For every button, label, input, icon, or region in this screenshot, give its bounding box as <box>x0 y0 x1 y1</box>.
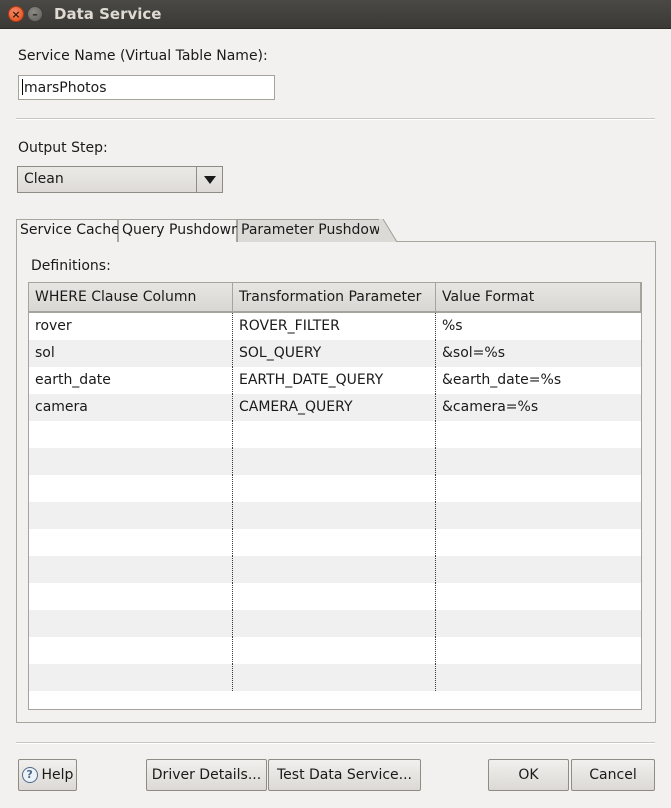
cancel-button[interactable]: Cancel <box>571 759 655 791</box>
empty-cell[interactable] <box>29 583 233 610</box>
column-header-where[interactable]: WHERE Clause Column <box>29 283 233 311</box>
empty-cell[interactable] <box>29 448 233 475</box>
definitions-table[interactable]: WHERE Clause Column Transformation Param… <box>28 282 642 710</box>
table-cell[interactable]: camera <box>29 394 233 421</box>
empty-cell[interactable] <box>436 475 641 502</box>
empty-cell[interactable] <box>29 610 233 637</box>
table-row[interactable]: rover ROVER_FILTER %s <box>29 313 641 340</box>
empty-cell[interactable] <box>29 502 233 529</box>
empty-cell[interactable] <box>436 448 641 475</box>
table-cell[interactable]: CAMERA_QUERY <box>233 394 436 421</box>
empty-cell[interactable] <box>233 529 436 556</box>
empty-cell[interactable] <box>29 475 233 502</box>
tab-corner <box>379 219 397 242</box>
minimize-icon[interactable]: – <box>27 6 43 22</box>
table-cell[interactable]: ROVER_FILTER <box>233 313 436 340</box>
chevron-down-icon[interactable] <box>196 167 222 192</box>
definitions-label: Definitions: <box>31 258 111 274</box>
table-cell[interactable]: rover <box>29 313 233 340</box>
column-header-parameter[interactable]: Transformation Parameter <box>233 283 436 311</box>
table-cell[interactable]: EARTH_DATE_QUERY <box>233 367 436 394</box>
table-header: WHERE Clause Column Transformation Param… <box>29 283 641 313</box>
separator <box>16 742 655 744</box>
empty-cell[interactable] <box>436 610 641 637</box>
test-data-service-label: Test Data Service... <box>277 767 412 783</box>
table-row[interactable]: sol SOL_QUERY &sol=%s <box>29 340 641 367</box>
output-step-label: Output Step: <box>18 140 108 156</box>
close-icon[interactable]: × <box>8 6 24 22</box>
empty-cell[interactable] <box>233 475 436 502</box>
empty-cell[interactable] <box>29 637 233 664</box>
empty-row[interactable] <box>29 421 641 448</box>
table-cell[interactable]: SOL_QUERY <box>233 340 436 367</box>
text-caret <box>22 79 23 95</box>
empty-row[interactable] <box>29 502 641 529</box>
driver-details-label: Driver Details... <box>151 767 262 783</box>
empty-cell[interactable] <box>436 529 641 556</box>
table-cell[interactable]: sol <box>29 340 233 367</box>
table-cell[interactable]: &earth_date=%s <box>436 367 641 394</box>
table-body: rover ROVER_FILTER %s sol SOL_QUERY &sol… <box>29 313 641 691</box>
table-row[interactable]: camera CAMERA_QUERY &camera=%s <box>29 394 641 421</box>
tab-parameter-pushdown[interactable]: Parameter Pushdown <box>237 219 389 242</box>
table-cell[interactable]: %s <box>436 313 641 340</box>
empty-cell[interactable] <box>436 637 641 664</box>
empty-cell[interactable] <box>436 421 641 448</box>
empty-row[interactable] <box>29 556 641 583</box>
empty-cell[interactable] <box>29 529 233 556</box>
empty-row[interactable] <box>29 475 641 502</box>
empty-row[interactable] <box>29 529 641 556</box>
output-step-dropdown[interactable]: Clean <box>17 166 223 193</box>
service-name-input[interactable]: marsPhotos <box>18 75 275 100</box>
service-name-label: Service Name (Virtual Table Name): <box>18 48 268 64</box>
empty-cell[interactable] <box>436 502 641 529</box>
table-cell[interactable]: earth_date <box>29 367 233 394</box>
empty-row[interactable] <box>29 610 641 637</box>
empty-cell[interactable] <box>233 610 436 637</box>
ok-button[interactable]: OK <box>488 759 569 791</box>
table-row[interactable]: earth_date EARTH_DATE_QUERY &earth_date=… <box>29 367 641 394</box>
table-cell[interactable]: &sol=%s <box>436 340 641 367</box>
help-button[interactable]: ? Help <box>18 759 77 791</box>
service-name-value: marsPhotos <box>24 80 107 96</box>
empty-row[interactable] <box>29 637 641 664</box>
empty-cell[interactable] <box>29 556 233 583</box>
window-title: Data Service <box>54 5 162 23</box>
separator <box>16 118 655 120</box>
empty-cell[interactable] <box>29 664 233 691</box>
column-header-format[interactable]: Value Format <box>436 283 641 311</box>
cancel-label: Cancel <box>589 767 637 783</box>
empty-cell[interactable] <box>233 637 436 664</box>
empty-cell[interactable] <box>233 664 436 691</box>
empty-cell[interactable] <box>233 583 436 610</box>
empty-cell[interactable] <box>29 421 233 448</box>
empty-cell[interactable] <box>233 421 436 448</box>
empty-row[interactable] <box>29 448 641 475</box>
tab-query-pushdown[interactable]: Query Pushdown <box>118 219 240 242</box>
help-icon: ? <box>21 767 38 783</box>
tab-service-cache[interactable]: Service Cache <box>16 219 120 242</box>
empty-row[interactable] <box>29 664 641 691</box>
test-data-service-button[interactable]: Test Data Service... <box>268 759 421 791</box>
empty-cell[interactable] <box>233 556 436 583</box>
output-step-value: Clean <box>24 171 64 187</box>
title-bar: × – Data Service <box>0 0 671 29</box>
empty-cell[interactable] <box>436 556 641 583</box>
empty-cell[interactable] <box>233 448 436 475</box>
empty-cell[interactable] <box>436 583 641 610</box>
empty-cell[interactable] <box>436 664 641 691</box>
empty-cell[interactable] <box>233 502 436 529</box>
table-cell[interactable]: &camera=%s <box>436 394 641 421</box>
ok-label: OK <box>518 767 539 783</box>
empty-row[interactable] <box>29 583 641 610</box>
help-button-label: Help <box>41 767 74 783</box>
driver-details-button[interactable]: Driver Details... <box>146 759 267 791</box>
